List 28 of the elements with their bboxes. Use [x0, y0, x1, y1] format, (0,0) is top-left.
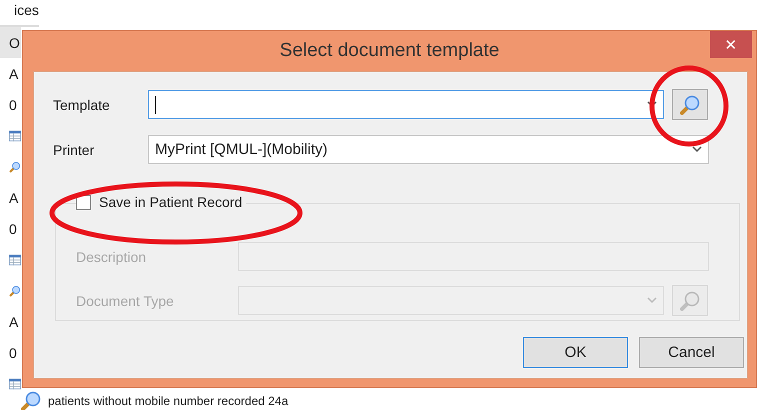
list-text: 0 [9, 344, 17, 360]
search-button[interactable] [672, 285, 708, 316]
field-label: Printer [53, 142, 96, 158]
search-icon [679, 94, 701, 116]
ok-button[interactable]: OK [523, 337, 628, 368]
list-text: A [9, 66, 18, 82]
description-field[interactable] [238, 242, 709, 271]
search-button[interactable] [672, 89, 708, 120]
printer-value: MyPrint [QMUL-](Mobility) [155, 141, 328, 158]
list-text: O [9, 34, 20, 50]
list-item-text: patients without mobile number recorded 24a [48, 394, 288, 408]
search-icon [20, 390, 42, 410]
cancel-button[interactable]: Cancel [639, 337, 744, 368]
close-button[interactable]: ✕ [710, 31, 752, 58]
table-icon [9, 376, 21, 390]
list-text: A [9, 314, 18, 330]
field-label: Description [76, 248, 148, 264]
field-label: Document Type [76, 292, 175, 308]
save-checkbox[interactable]: Save in Patient Record [76, 194, 246, 210]
list-text: 0 [9, 96, 17, 112]
list-text: 0 [9, 220, 17, 236]
table-icon [9, 252, 21, 266]
list-text: A [9, 190, 18, 206]
printer-combo[interactable]: MyPrint [QMUL-](Mobility) [148, 135, 709, 164]
search-icon [679, 290, 701, 312]
field-label: Template [53, 96, 111, 112]
table-icon [9, 128, 21, 142]
dialog-title: Select document template [280, 40, 500, 62]
